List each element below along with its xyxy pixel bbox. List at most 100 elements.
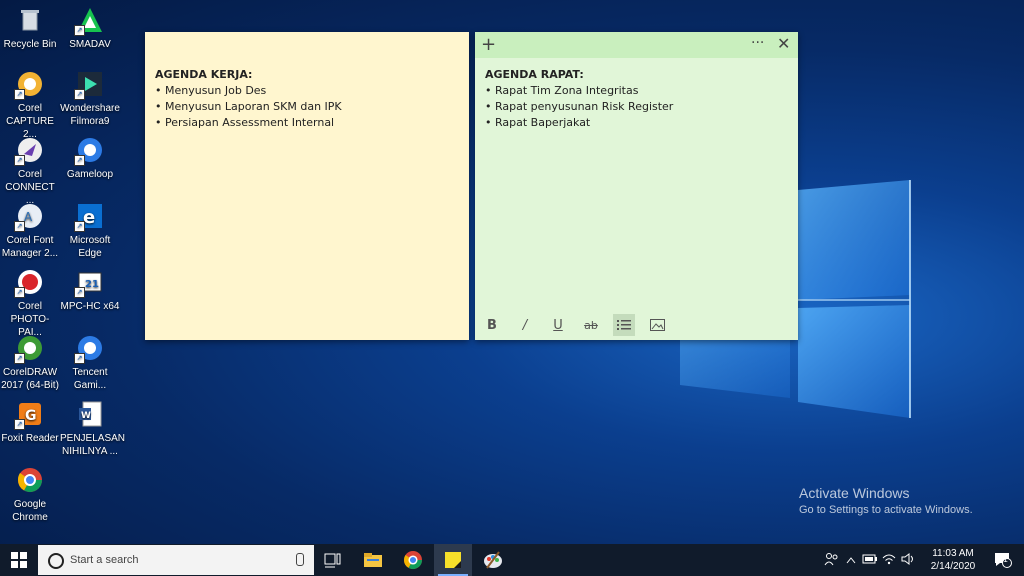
desktop-icon-label: Corel PHOTO-PAI...: [10, 301, 50, 338]
shortcut-arrow-icon: ↗: [74, 221, 85, 232]
format-toolbar: B / U ab: [475, 310, 798, 340]
note-item: • Rapat Baperjakat: [485, 116, 591, 129]
insert-image-button[interactable]: [646, 314, 668, 336]
desktop-icon-label: Google Chrome: [12, 499, 48, 523]
note-content[interactable]: AGENDA RAPAT: • Rapat Tim Zona Integrita…: [475, 58, 798, 140]
people-icon[interactable]: [820, 552, 842, 569]
note-item: • Menyusun Laporan SKM dan IPK: [155, 100, 342, 113]
desktop-icon-filmora[interactable]: ↗ Wondershare Filmora9: [60, 70, 120, 128]
desktop-icon-recycle-bin[interactable]: Recycle Bin: [0, 6, 60, 51]
shortcut-arrow-icon: ↗: [14, 353, 25, 364]
note-item: • Rapat penyusunan Risk Register: [485, 100, 674, 113]
task-view-button[interactable]: [314, 544, 352, 576]
shortcut-arrow-icon: ↗: [14, 419, 25, 430]
desktop-icon-coreldraw[interactable]: ↗ CorelDRAW 2017 (64-Bit): [0, 334, 60, 392]
system-tray: [820, 544, 920, 576]
underline-button[interactable]: U: [547, 314, 569, 336]
taskbar: Start a search 11:03 AM 2/14/2020 1: [0, 544, 1024, 576]
sticky-note-green[interactable]: + ··· ✕ AGENDA RAPAT: • Rapat Tim Zona I…: [475, 32, 798, 340]
desktop-icon-tencent-gaming[interactable]: ↗ Tencent Gami...: [60, 334, 120, 392]
bold-button[interactable]: B: [481, 314, 503, 336]
svg-text:W: W: [81, 411, 91, 421]
action-center-button[interactable]: 1: [988, 544, 1018, 576]
desktop-icon-chrome[interactable]: Google Chrome: [0, 466, 60, 524]
word-document-icon: W: [76, 400, 104, 428]
desktop-icon-label: Microsoft Edge: [69, 235, 111, 259]
more-options-icon[interactable]: ···: [751, 35, 764, 51]
desktop-icon-label: Recycle Bin: [3, 39, 57, 50]
chevron-up-icon[interactable]: [842, 553, 860, 567]
gameloop-icon: ↗: [74, 136, 104, 166]
shortcut-arrow-icon: ↗: [74, 287, 85, 298]
taskbar-file-explorer[interactable]: [354, 544, 392, 576]
battery-icon[interactable]: [860, 553, 880, 567]
shortcut-arrow-icon: ↗: [14, 155, 25, 166]
foxit-reader-icon: G ↗: [14, 400, 44, 430]
corel-capture-icon: ↗: [14, 70, 44, 100]
desktop-icon-label: Corel Font Manager 2...: [1, 235, 59, 259]
shortcut-arrow-icon: ↗: [74, 155, 85, 166]
chrome-icon: [16, 466, 44, 494]
coreldraw-icon: ↗: [14, 334, 44, 364]
note-item: • Menyusun Job Des: [155, 84, 267, 97]
shortcut-arrow-icon: ↗: [74, 353, 85, 364]
corel-photo-paint-icon: ↗: [14, 268, 44, 298]
desktop-icon-foxit-reader[interactable]: G ↗ Foxit Reader: [0, 400, 60, 445]
italic-button[interactable]: /: [514, 314, 536, 336]
mpc-hc-icon: 21 ↗: [74, 268, 104, 298]
bullet-list-button[interactable]: [613, 314, 635, 336]
note-header[interactable]: + ··· ✕: [475, 32, 798, 58]
volume-icon[interactable]: [898, 552, 918, 568]
bullet-list-icon: [617, 320, 631, 330]
desktop-icon-label: Tencent Gami...: [72, 367, 108, 391]
strikethrough-button[interactable]: ab: [580, 314, 602, 336]
desktop-icon-corel-font-manager[interactable]: A ↗ Corel Font Manager 2...: [0, 202, 60, 260]
microphone-icon[interactable]: [296, 553, 304, 566]
taskbar-clock[interactable]: 11:03 AM 2/14/2020: [923, 547, 983, 573]
desktop-icon-smadav[interactable]: ↗ SMADAV: [60, 6, 120, 51]
desktop-icon-corel-connect[interactable]: ↗ Corel CONNECT ...: [0, 136, 60, 207]
desktop-icon-label: SMADAV: [69, 39, 111, 50]
cortana-icon: [48, 553, 64, 569]
taskbar-search-box[interactable]: Start a search: [38, 545, 314, 575]
activate-windows-subtitle: Go to Settings to activate Windows.: [799, 504, 973, 516]
desktop-icon-word-document[interactable]: W PENJELASAN NIHILNYA ...: [60, 400, 125, 458]
desktop-icon-label: MPC-HC x64: [60, 301, 120, 312]
svg-text:A: A: [24, 210, 33, 224]
desktop-icon-label: CorelDRAW 2017 (64-Bit): [1, 367, 59, 391]
chrome-icon: [403, 551, 422, 570]
corel-connect-icon: ↗: [14, 136, 44, 166]
desktop-icon-corel-photo-paint[interactable]: ↗ Corel PHOTO-PAI...: [0, 268, 60, 339]
sticky-note-yellow[interactable]: AGENDA KERJA: • Menyusun Job Des • Menyu…: [145, 32, 469, 340]
wifi-icon[interactable]: [880, 553, 898, 568]
filmora-icon: ↗: [74, 70, 104, 100]
note-title: AGENDA RAPAT:: [485, 68, 584, 81]
desktop-icon-gameloop[interactable]: ↗ Gameloop: [60, 136, 120, 181]
svg-text:21: 21: [85, 279, 99, 290]
note-item: • Rapat Tim Zona Integritas: [485, 84, 639, 97]
shortcut-arrow-icon: ↗: [14, 221, 25, 232]
note-title: AGENDA KERJA:: [155, 68, 253, 81]
search-placeholder: Start a search: [70, 554, 139, 566]
shortcut-arrow-icon: ↗: [74, 25, 85, 36]
desktop-icon-edge[interactable]: e ↗ Microsoft Edge: [60, 202, 120, 260]
sticky-notes-icon: [445, 552, 461, 568]
close-icon[interactable]: ✕: [777, 34, 790, 53]
start-button[interactable]: [0, 544, 38, 576]
activate-windows-watermark: Activate Windows Go to Settings to activ…: [799, 485, 973, 516]
note-content[interactable]: AGENDA KERJA: • Menyusun Job Des • Menyu…: [145, 32, 469, 140]
corel-paint-icon: [484, 551, 502, 569]
clock-date: 2/14/2020: [930, 561, 976, 572]
desktop-icon-corel-capture[interactable]: ↗ Corel CAPTURE 2...: [0, 70, 60, 141]
svg-text:G: G: [25, 408, 37, 424]
taskbar-sticky-notes[interactable]: [434, 544, 472, 576]
tencent-gaming-icon: ↗: [74, 334, 104, 364]
desktop-icon-label: Corel CONNECT ...: [5, 169, 55, 206]
windows-start-icon: [11, 552, 27, 568]
taskbar-corel-paint[interactable]: [474, 544, 512, 576]
file-explorer-icon: [364, 553, 382, 567]
taskbar-chrome[interactable]: [394, 544, 432, 576]
desktop-icon-mpc-hc[interactable]: 21 ↗ MPC-HC x64: [60, 268, 120, 313]
desktop-icon-label: Corel CAPTURE 2...: [6, 103, 54, 140]
add-note-icon[interactable]: +: [481, 34, 496, 55]
